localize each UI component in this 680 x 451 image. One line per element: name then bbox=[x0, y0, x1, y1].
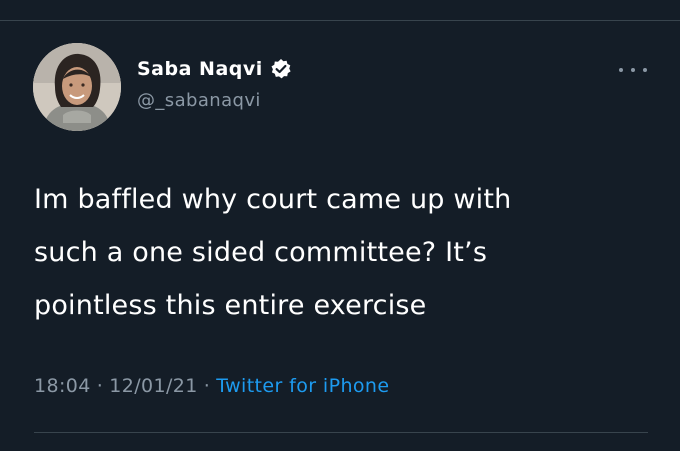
tweet-time[interactable]: 18:04 bbox=[34, 375, 91, 397]
author-name-row[interactable]: Saba Naqvi bbox=[137, 58, 292, 80]
top-divider bbox=[0, 20, 680, 21]
author-handle[interactable]: @_sabanaqvi bbox=[137, 90, 261, 111]
tweet-text: Im baffled why court came up with such a… bbox=[34, 184, 512, 321]
tweet-meta: 18:04 · 12/01/21 · Twitter for iPhone bbox=[34, 375, 389, 397]
more-dot-icon bbox=[619, 68, 623, 72]
avatar-image bbox=[33, 43, 121, 131]
meta-separator: · bbox=[96, 375, 104, 397]
tweet-date[interactable]: 12/01/21 bbox=[109, 375, 198, 397]
tweet-source-link[interactable]: Twitter for iPhone bbox=[216, 375, 389, 397]
verified-badge-icon bbox=[270, 58, 292, 80]
tweet-card: Saba Naqvi @_sabanaqvi Im baffled why co… bbox=[0, 0, 680, 451]
avatar[interactable] bbox=[33, 43, 121, 131]
more-dot-icon bbox=[631, 68, 635, 72]
meta-separator: · bbox=[203, 375, 211, 397]
author-display-name[interactable]: Saba Naqvi bbox=[137, 58, 263, 80]
more-options-icon[interactable] bbox=[619, 63, 647, 77]
more-dot-icon bbox=[643, 68, 647, 72]
bottom-divider bbox=[34, 432, 648, 433]
